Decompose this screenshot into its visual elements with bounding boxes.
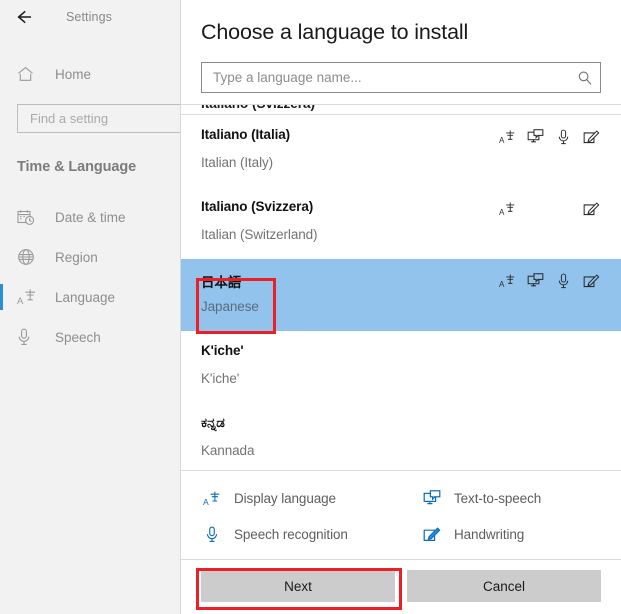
- language-feature-icons: A: [498, 127, 601, 147]
- language-feature-icons: A: [498, 199, 601, 219]
- sidebar-item-speech[interactable]: Speech: [0, 317, 190, 357]
- legend-display-language: A Display language: [201, 483, 421, 513]
- legend-label: Speech recognition: [234, 527, 348, 542]
- list-item[interactable]: ಕನ್ನಡ Kannada: [181, 403, 621, 470]
- language-search-box[interactable]: [201, 62, 601, 93]
- back-arrow-icon[interactable]: [4, 2, 48, 32]
- list-item-selected[interactable]: 日本語 Japanese A: [181, 259, 621, 331]
- display-language-icon: A: [201, 488, 223, 508]
- globe-icon: [17, 248, 41, 266]
- text-to-speech-icon: [526, 272, 545, 291]
- sidebar-item-date-and-time[interactable]: Date & time: [0, 197, 190, 237]
- display-language-icon: A: [498, 200, 517, 219]
- language-native-name: 日本語: [201, 271, 241, 291]
- handwriting-icon: [582, 272, 601, 291]
- feature-legend: A Display language Text-to-speech Speech…: [181, 470, 621, 559]
- clipped-language-name: Italiano (Svizzera): [201, 105, 315, 111]
- speech-recognition-icon: [554, 272, 573, 291]
- handwriting-icon: [582, 128, 601, 147]
- language-english-name: K'iche': [201, 371, 239, 386]
- svg-text:A: A: [17, 296, 24, 306]
- calendar-clock-icon: [17, 209, 41, 226]
- home-icon: [17, 66, 41, 82]
- window-title: Settings: [66, 10, 112, 24]
- svg-text:A: A: [499, 280, 505, 289]
- legend-speech-recognition: Speech recognition: [201, 519, 421, 549]
- sidebar-item-language[interactable]: A Language: [0, 277, 190, 317]
- language-english-name: Kannada: [201, 443, 254, 458]
- speech-recognition-icon: [201, 524, 223, 544]
- sidebar-home-label: Home: [55, 67, 91, 82]
- choose-language-dialog: Choose a language to install Italiano (S…: [180, 0, 621, 614]
- dialog-header: Choose a language to install: [181, 0, 621, 93]
- svg-text:A: A: [499, 136, 505, 145]
- legend-label: Text-to-speech: [454, 491, 541, 506]
- text-to-speech-icon: [421, 488, 443, 508]
- list-item[interactable]: K'iche' K'iche': [181, 331, 621, 403]
- legend-label: Display language: [234, 491, 336, 506]
- text-to-speech-icon-empty: [526, 200, 545, 219]
- display-language-icon: A: [17, 288, 41, 306]
- handwriting-icon: [421, 524, 443, 544]
- speech-recognition-icon: [554, 128, 573, 147]
- sidebar-item-label: Region: [55, 250, 98, 265]
- search-icon[interactable]: [570, 70, 600, 86]
- sidebar-item-label: Language: [55, 290, 115, 305]
- text-to-speech-icon: [526, 128, 545, 147]
- next-button[interactable]: Next: [201, 570, 395, 602]
- display-language-icon: A: [498, 128, 517, 147]
- settings-app-window: Settings Home Find a setting Time & Lang…: [0, 0, 621, 614]
- sidebar-item-label: Date & time: [55, 210, 126, 225]
- find-a-setting-placeholder: Find a setting: [30, 111, 108, 126]
- language-native-name: Italiano (Svizzera): [201, 199, 313, 214]
- microphone-icon: [17, 328, 41, 346]
- cancel-button[interactable]: Cancel: [407, 570, 601, 602]
- language-list[interactable]: Italiano (Svizzera) Italiano (Italia) It…: [181, 104, 621, 470]
- list-item[interactable]: Italiano (Svizzera) Italian (Switzerland…: [181, 187, 621, 259]
- list-item-clipped[interactable]: Italiano (Svizzera): [181, 105, 621, 115]
- sidebar-item-region[interactable]: Region: [0, 237, 190, 277]
- speech-recognition-icon-empty: [554, 200, 573, 219]
- legend-label: Handwriting: [454, 527, 524, 542]
- language-feature-icons: A: [498, 271, 601, 291]
- svg-text:A: A: [499, 208, 505, 217]
- svg-text:A: A: [203, 496, 209, 506]
- sidebar-nav-list: Date & time Region A: [0, 197, 190, 357]
- sidebar-item-label: Speech: [55, 330, 101, 345]
- navigation-pane: Home Find a setting Time & Language: [0, 34, 190, 614]
- find-a-setting-input[interactable]: Find a setting: [17, 104, 197, 133]
- language-search-input[interactable]: [202, 63, 570, 92]
- language-native-name: Italiano (Italia): [201, 127, 290, 142]
- language-english-name: Japanese: [201, 299, 259, 314]
- legend-handwriting: Handwriting: [421, 519, 601, 549]
- list-item[interactable]: Italiano (Italia) Italian (Italy) A: [181, 115, 621, 187]
- display-language-icon: A: [498, 272, 517, 291]
- sidebar-item-home[interactable]: Home: [0, 54, 190, 94]
- legend-text-to-speech: Text-to-speech: [421, 483, 601, 513]
- handwriting-icon: [582, 200, 601, 219]
- language-english-name: Italian (Switzerland): [201, 227, 317, 242]
- language-native-name: K'iche': [201, 343, 243, 358]
- language-native-name: ಕನ್ನಡ: [201, 415, 225, 431]
- dialog-title: Choose a language to install: [201, 20, 601, 45]
- sidebar-section-title: Time & Language: [17, 159, 190, 175]
- dialog-button-bar: Next Cancel: [181, 559, 621, 614]
- language-english-name: Italian (Italy): [201, 155, 273, 170]
